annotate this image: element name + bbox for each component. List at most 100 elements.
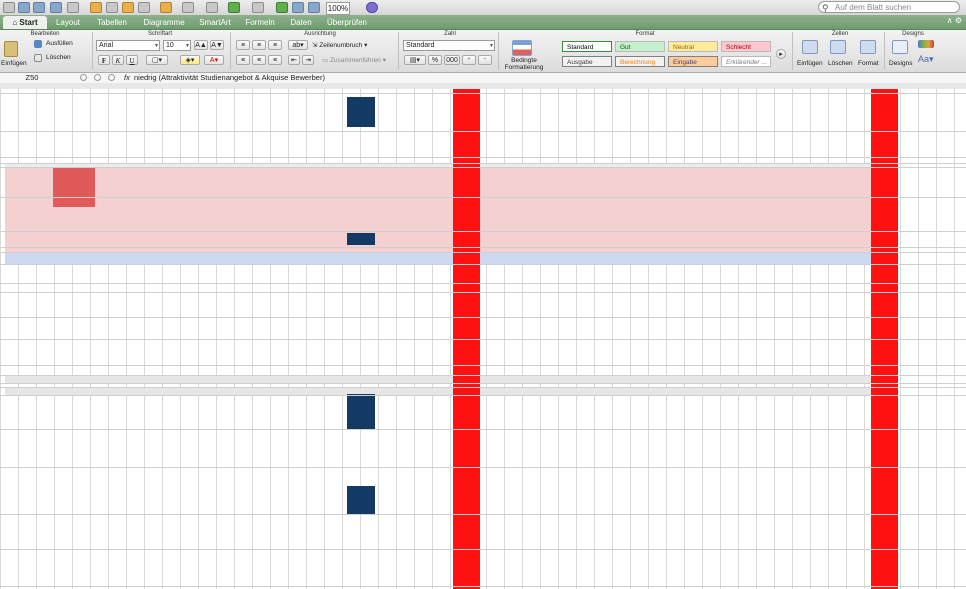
redo-icon[interactable] (182, 2, 194, 13)
save-icon[interactable] (50, 2, 62, 13)
style-eingabe[interactable]: Eingabe (668, 56, 718, 67)
tab-layout[interactable]: Layout (52, 16, 84, 29)
currency-button[interactable]: ▤▾ (404, 55, 426, 65)
increase-decimal-button[interactable]: ⁺ (462, 55, 476, 65)
format-painter-icon[interactable] (138, 2, 150, 13)
style-standard[interactable]: Standard (562, 41, 612, 52)
insert-cells-icon[interactable] (802, 40, 818, 54)
percent-button[interactable]: % (428, 55, 442, 65)
tab-daten[interactable]: Daten (286, 16, 316, 29)
cancel-icon[interactable] (80, 74, 87, 81)
grid-icon[interactable] (3, 2, 15, 13)
conditional-format-icon[interactable] (512, 40, 532, 56)
font-name-select[interactable]: Arial ▾ (96, 40, 160, 51)
tab-formeln[interactable]: Formeln (242, 16, 278, 29)
align-middle-button[interactable]: ≡ (252, 40, 266, 50)
shrink-font-button[interactable]: A▼ (210, 40, 224, 50)
style-berechnung[interactable]: Berechnung (615, 56, 665, 67)
tab-start[interactable]: ⌂ Start (3, 16, 47, 29)
group-zellen-label: Zellen (831, 31, 849, 37)
wrap-text-button[interactable]: ⇲ Zeilenumbruch ▾ (312, 41, 367, 49)
font-color-button[interactable]: A▾ (204, 55, 224, 65)
navy-cell[interactable] (347, 233, 375, 245)
conditional-format-label[interactable]: Bedingte Formatierung (502, 57, 546, 71)
tab-diagramme[interactable]: Diagramme (140, 16, 188, 29)
number-format-select[interactable]: Standard ▾ (403, 40, 495, 51)
style-ausgabe[interactable]: Ausgabe (562, 56, 612, 67)
delete-cells-button[interactable]: Löschen (828, 60, 853, 67)
autosum-icon[interactable] (206, 2, 218, 13)
paste-icon[interactable] (122, 2, 134, 13)
style-erklaerender[interactable]: Erklärender ... (721, 56, 771, 67)
fill-button[interactable]: Ausfüllen (46, 40, 73, 47)
media-icon[interactable] (308, 2, 320, 13)
row-line (0, 283, 966, 284)
theme-fonts-icon[interactable]: Aa▾ (918, 54, 934, 65)
insert-cells-button[interactable]: Einfügen (797, 60, 823, 67)
paste-big-icon[interactable] (4, 41, 18, 57)
designs-icon[interactable] (892, 40, 908, 54)
orientation-button[interactable]: ab▾ (288, 40, 308, 50)
open-icon[interactable] (33, 2, 45, 13)
align-left-button[interactable]: ≡ (236, 55, 250, 65)
cut-icon[interactable] (90, 2, 102, 13)
fx-icon[interactable]: fx (124, 73, 130, 83)
decrease-indent-button[interactable]: ⇤ (288, 55, 300, 65)
align-top-button[interactable]: ≡ (236, 40, 250, 50)
confirm-icon[interactable] (94, 74, 101, 81)
style-neutral[interactable]: Neutral (668, 41, 718, 52)
sort-icon[interactable] (228, 2, 240, 13)
grow-font-button[interactable]: A▲ (194, 40, 208, 50)
row-band-pink (5, 167, 887, 253)
tab-ueberpruefen[interactable]: Überprüfen (324, 16, 370, 29)
toolbox-icon[interactable] (292, 2, 304, 13)
thousands-button[interactable]: 000 (444, 55, 460, 65)
delete-cells-icon[interactable] (830, 40, 846, 54)
sheet-search-input[interactable]: ⚲ Auf dem Blatt suchen (818, 1, 960, 13)
gallery-icon[interactable] (276, 2, 288, 13)
group-zahl-label: Zahl (444, 31, 456, 37)
style-gut[interactable]: Gut (615, 41, 665, 52)
more-styles-button[interactable]: ▸ (776, 49, 786, 59)
options-icon[interactable] (108, 74, 115, 81)
name-box[interactable]: Z50 (2, 73, 62, 83)
formula-input[interactable]: niedrig (Attraktivität Studienangebot & … (134, 73, 325, 83)
align-center-button[interactable]: ≡ (252, 55, 266, 65)
row-line (0, 429, 966, 430)
tab-tabellen[interactable]: Tabellen (92, 16, 132, 29)
theme-colors-icon[interactable] (918, 40, 934, 48)
decrease-decimal-button[interactable]: ⁻ (478, 55, 492, 65)
align-right-button[interactable]: ≡ (268, 55, 282, 65)
copy-icon[interactable] (106, 2, 118, 13)
spreadsheet-grid[interactable] (0, 89, 966, 589)
tab-smartart[interactable]: SmartArt (196, 16, 234, 29)
paste-label[interactable]: Einfügen (1, 60, 27, 67)
table-icon[interactable] (18, 2, 30, 13)
format-cells-icon[interactable] (860, 40, 876, 54)
navy-cell[interactable] (347, 97, 375, 127)
row-line (0, 549, 966, 550)
navy-cell[interactable] (347, 486, 375, 514)
font-size-select[interactable]: 10 ▾ (163, 40, 191, 51)
zoom-select[interactable]: 100% (326, 2, 350, 15)
undo-icon[interactable] (160, 2, 172, 13)
help-icon[interactable] (366, 2, 378, 13)
designs-button[interactable]: Designs (889, 60, 912, 67)
increase-indent-button[interactable]: ⇥ (302, 55, 314, 65)
row-line (0, 586, 966, 587)
format-cells-button[interactable]: Format (858, 60, 879, 67)
print-icon[interactable] (67, 2, 79, 13)
fill-color-button[interactable]: ◈▾ (180, 55, 200, 65)
collapse-ribbon-icon[interactable]: ∧ ⚙ (947, 16, 962, 25)
italic-button[interactable]: K (112, 55, 124, 65)
navy-cell[interactable] (347, 394, 375, 429)
underline-button[interactable]: U (126, 55, 138, 65)
style-schlecht[interactable]: Schlecht (721, 41, 771, 52)
borders-button[interactable]: ▢▾ (146, 55, 168, 65)
bold-button[interactable]: F (98, 55, 110, 65)
align-bottom-button[interactable]: ≡ (268, 40, 282, 50)
highlight-cell[interactable] (53, 167, 95, 207)
merge-button[interactable]: ▭ Zusammenführen ▾ (322, 56, 386, 64)
clear-button[interactable]: Löschen (46, 54, 71, 61)
filter-icon[interactable] (252, 2, 264, 13)
